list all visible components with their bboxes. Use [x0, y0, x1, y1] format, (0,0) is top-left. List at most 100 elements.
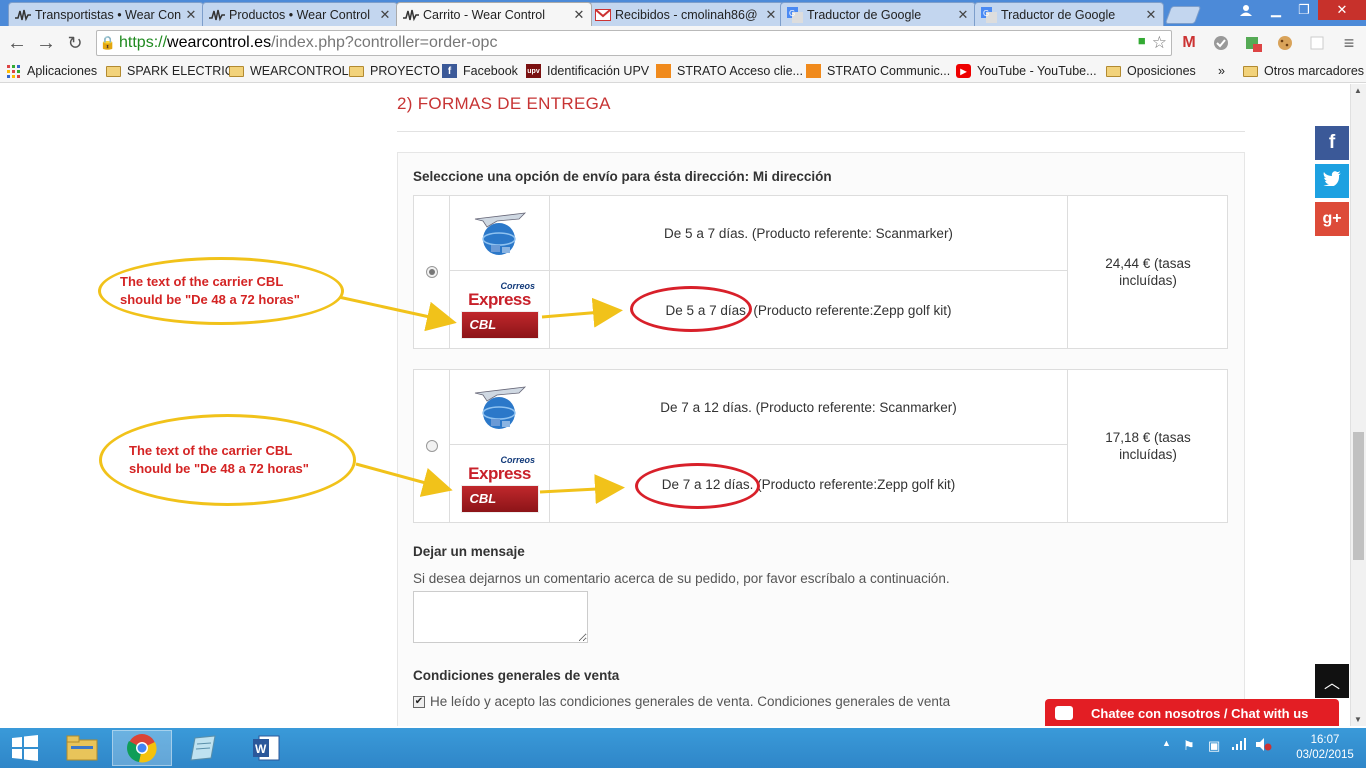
file-explorer-icon[interactable]: [52, 730, 112, 766]
terms-checkbox[interactable]: ✔: [413, 695, 425, 708]
minimize-button[interactable]: ▁: [1262, 0, 1290, 20]
volume-muted-icon[interactable]: [1256, 738, 1272, 754]
back-button[interactable]: ←: [4, 30, 30, 56]
tab-label: Recibidos - cmolinah86@: [615, 7, 758, 22]
notepad-icon[interactable]: [174, 730, 234, 766]
upv-icon: upv: [526, 64, 541, 78]
bookmark-label: STRATO Acceso clie...: [677, 64, 803, 78]
close-icon[interactable]: ✕: [763, 7, 779, 23]
cookie-icon[interactable]: [1274, 32, 1296, 54]
tab-translate-1[interactable]: G Traductor de Google ✕: [780, 2, 976, 26]
close-icon[interactable]: ✕: [955, 7, 971, 23]
correos-express-cbl-logo: Correos Express CBL: [450, 445, 550, 523]
network-device-icon[interactable]: ▣: [1208, 738, 1220, 754]
bookmark-otros-marcadores[interactable]: Otros marcadores: [1243, 62, 1364, 80]
folder-icon: [1106, 65, 1121, 77]
divider: [397, 131, 1245, 132]
bookmarks-overflow-button[interactable]: »: [1218, 62, 1225, 80]
chrome-icon[interactable]: [112, 730, 172, 766]
bookmark-strato-acceso[interactable]: STRATO Acceso clie...: [656, 62, 803, 80]
bookmark-upv[interactable]: upv Identificación UPV: [526, 62, 649, 80]
system-clock[interactable]: 16:07 03/02/2015: [1295, 733, 1355, 763]
address-bar[interactable]: 🔒 https://wearcontrol.es/index.php?contr…: [96, 30, 1172, 56]
express-logo-text: Express: [468, 289, 531, 309]
gmail-icon[interactable]: M: [1178, 32, 1200, 54]
highlight-circle: [635, 463, 760, 509]
radio-cell[interactable]: [414, 370, 450, 522]
apps-grid-icon: [6, 64, 21, 78]
scroll-thumb[interactable]: [1353, 432, 1364, 560]
facebook-share-button[interactable]: f: [1315, 126, 1349, 160]
annotation-text: should be "De 48 a 72 horas": [120, 292, 300, 307]
extension-icon[interactable]: ■: [1138, 33, 1146, 53]
scroll-up-arrow-icon[interactable]: ▲: [1354, 86, 1362, 95]
bookmark-youtube[interactable]: ▶ YouTube - YouTube...: [956, 62, 1097, 80]
url-path: /index.php?controller=order-opc: [271, 34, 498, 51]
close-window-button[interactable]: ✕: [1318, 0, 1366, 20]
annotation-callout: The text of the carrier CBL should be "D…: [98, 257, 344, 325]
tab-translate-2[interactable]: G Traductor de Google ✕: [974, 2, 1164, 26]
bookmark-spark-electric[interactable]: SPARK ELECTRIC: [106, 62, 234, 80]
page-scrollbar[interactable]: ▲ ▼: [1350, 84, 1366, 726]
wearcontrol-icon: [15, 7, 31, 23]
word-icon[interactable]: W: [236, 730, 296, 766]
page-content: 2) FORMAS DE ENTREGA Seleccione una opci…: [0, 84, 1350, 726]
carrier-heading: Seleccione una opción de envío para ésta…: [413, 169, 832, 184]
bookmark-label: »: [1218, 64, 1225, 78]
tab-gmail[interactable]: Recibidos - cmolinah86@ ✕: [588, 2, 784, 26]
tab-label: Transportistas • Wear Con: [35, 7, 182, 22]
extension-puzzle-icon[interactable]: [1242, 32, 1264, 54]
radio-cell[interactable]: [414, 196, 450, 348]
extension-check-icon[interactable]: [1210, 32, 1232, 54]
back-to-top-button[interactable]: ︿: [1315, 664, 1349, 698]
close-icon[interactable]: ✕: [1143, 7, 1159, 23]
close-icon[interactable]: ✕: [377, 7, 393, 23]
url-scheme: https://: [119, 34, 168, 51]
message-textarea[interactable]: [413, 591, 588, 643]
tab-productos[interactable]: Productos • Wear Control ✕: [202, 2, 398, 26]
tray-expand-icon[interactable]: ▲: [1162, 738, 1171, 748]
cbl-logo: CBL: [460, 484, 539, 513]
chevron-up-icon: ︿: [1323, 675, 1340, 692]
express-logo-text: Express: [468, 463, 531, 483]
windows-start-icon[interactable]: [0, 730, 50, 766]
wearcontrol-icon: [403, 7, 419, 23]
delivery-text-cbl: De 7 a 12 días. (Producto referente:Zepp…: [550, 445, 1068, 523]
tab-carrito[interactable]: Carrito - Wear Control ✕: [396, 2, 592, 26]
forward-button[interactable]: →: [33, 30, 59, 56]
googleplus-share-button[interactable]: g+: [1315, 202, 1349, 236]
delivery-radio[interactable]: [425, 266, 438, 278]
signal-icon[interactable]: [1232, 738, 1246, 753]
terms-link[interactable]: Condiciones generales de venta: [757, 694, 950, 709]
delivery-option-2[interactable]: Correos Express CBL De 7 a 12 días. (Pro…: [413, 369, 1228, 523]
maximize-button[interactable]: ❐: [1290, 0, 1318, 20]
delivery-option-1[interactable]: Correos Express CBL De 5 a 7 días. (Prod…: [413, 195, 1228, 349]
twitter-share-button[interactable]: [1315, 164, 1349, 198]
close-icon[interactable]: ✕: [571, 7, 587, 23]
bookmark-aplicaciones[interactable]: Aplicaciones: [6, 62, 97, 80]
new-tab-button[interactable]: [1164, 6, 1202, 24]
tab-label: Traductor de Google: [807, 7, 922, 22]
tab-transportistas[interactable]: Transportistas • Wear Con ✕: [8, 2, 204, 26]
facebook-icon: f: [1328, 132, 1336, 153]
bookmark-star-icon[interactable]: ☆: [1152, 33, 1167, 53]
chat-bubble-icon: [1055, 706, 1073, 720]
bookmark-facebook[interactable]: f Facebook: [442, 62, 518, 80]
strato-icon: [806, 64, 821, 78]
bookmark-wearcontrol[interactable]: WEARCONTROL: [229, 62, 349, 80]
reload-button[interactable]: ↻: [62, 30, 88, 56]
bookmark-strato-communic[interactable]: STRATO Communic...: [806, 62, 950, 80]
bookmark-proyecto[interactable]: PROYECTO: [349, 62, 440, 80]
chat-widget-button[interactable]: Chatee con nosotros / Chat with us: [1045, 699, 1339, 726]
tab-label: Productos • Wear Control: [229, 7, 371, 22]
user-icon[interactable]: [1234, 0, 1258, 20]
bookmark-oposiciones[interactable]: Oposiciones: [1106, 62, 1196, 80]
scroll-down-arrow-icon[interactable]: ▼: [1354, 715, 1362, 724]
flag-icon[interactable]: ⚑: [1183, 738, 1195, 754]
bookmark-label: Aplicaciones: [27, 64, 98, 78]
menu-icon[interactable]: ≡: [1338, 32, 1360, 54]
extension-blank-icon[interactable]: [1306, 32, 1328, 54]
delivery-radio[interactable]: [425, 440, 438, 452]
close-icon[interactable]: ✕: [183, 7, 199, 23]
bookmark-label: SPARK ELECTRIC: [127, 64, 234, 78]
